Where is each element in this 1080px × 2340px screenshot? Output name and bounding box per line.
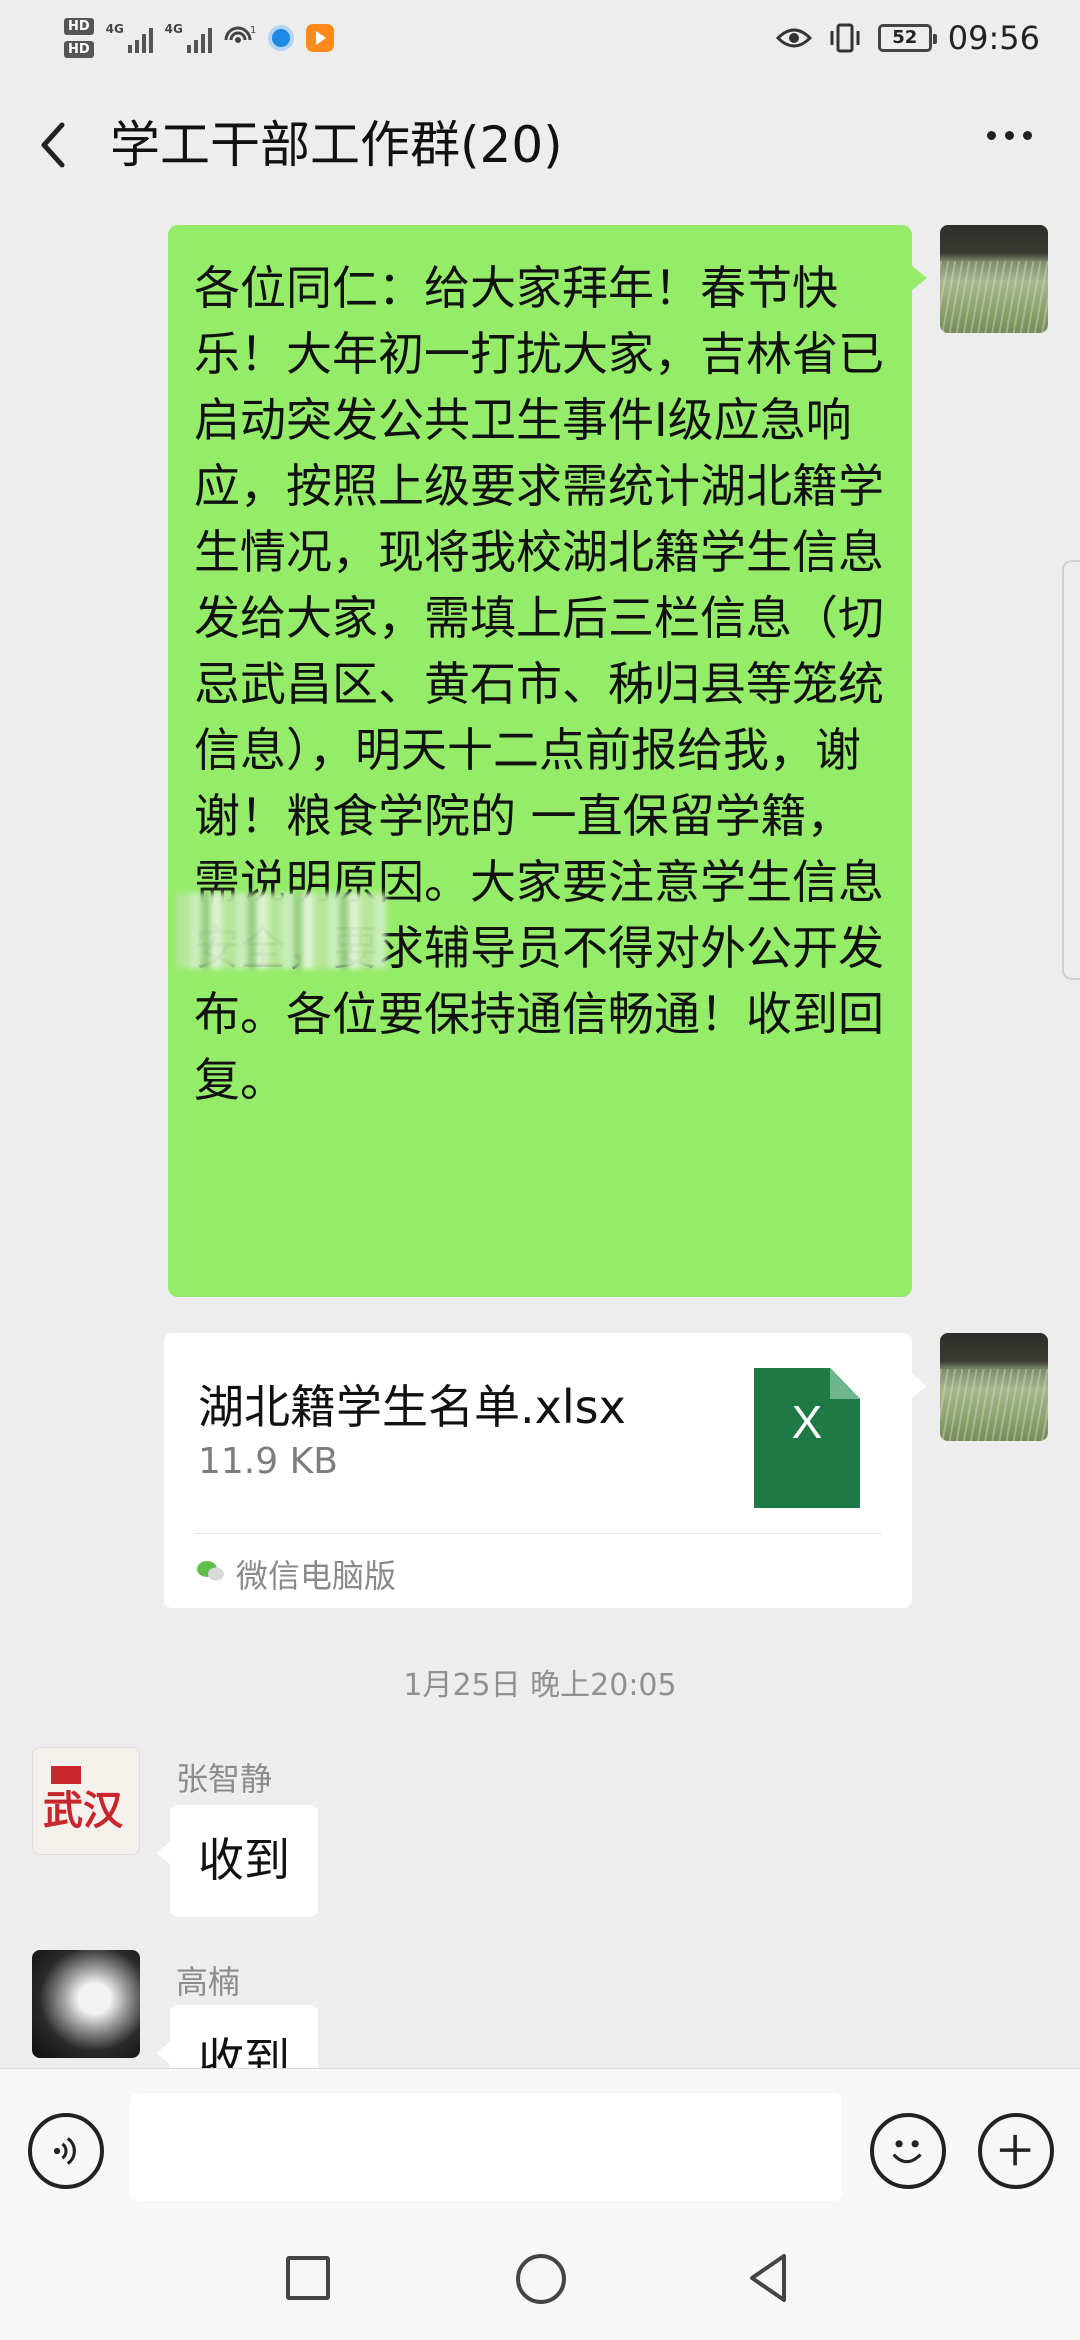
- sender-name: 张智静: [176, 1760, 273, 1798]
- more-options-icon[interactable]: [987, 131, 1032, 140]
- recent-apps-button[interactable]: [286, 2256, 330, 2300]
- hotspot-icon: 1: [224, 25, 256, 43]
- back-arrow-icon[interactable]: [30, 115, 80, 175]
- eye-icon: [775, 28, 812, 47]
- signal-icon: 4G: [106, 23, 153, 53]
- network-type: 4G: [164, 21, 183, 36]
- home-button[interactable]: [516, 2254, 566, 2304]
- contact-avatar[interactable]: [32, 1950, 140, 2058]
- my-avatar[interactable]: [940, 225, 1048, 333]
- status-left: HD HD 4G 4G 1: [64, 17, 334, 58]
- wechat-icon: [197, 1561, 224, 1581]
- file-source-label: 微信电脑版: [236, 1557, 397, 1595]
- chat-title: 学工干部工作群(20): [110, 116, 563, 174]
- divider: [194, 1533, 882, 1534]
- message-text: 各位同仁：给大家拜年！春节快乐！大年初一打扰大家，吉林省已启动突发公共卫生事件Ⅰ…: [194, 261, 884, 1107]
- file-size: 11.9 KB: [198, 1441, 338, 1482]
- video-app-icon: [305, 23, 334, 52]
- svg-text:1: 1: [250, 25, 256, 36]
- plus-icon[interactable]: [978, 2113, 1054, 2189]
- voice-input-icon[interactable]: [28, 2113, 104, 2189]
- file-name: 湖北籍学生名单.xlsx: [198, 1380, 626, 1434]
- redacted-name-blur: [176, 893, 386, 969]
- network-type: 4G: [105, 21, 124, 36]
- received-message-bubble[interactable]: 收到: [156, 1805, 318, 1917]
- contact-avatar[interactable]: 武汉: [32, 1747, 140, 1855]
- app-notification-icon: [267, 24, 294, 51]
- clock: 09:56: [947, 18, 1040, 57]
- signal-icon: 4G: [165, 23, 212, 53]
- excel-letter: X: [791, 1396, 823, 1448]
- status-right: 52 09:56: [775, 18, 1040, 57]
- hd-badge: HD: [64, 17, 94, 35]
- chat-header: 学工干部工作群(20): [0, 75, 1080, 215]
- input-bar: [0, 2068, 1080, 2228]
- my-avatar[interactable]: [940, 1333, 1048, 1441]
- avatar-logo-text: 武汉: [43, 1788, 123, 1834]
- battery-icon: 52: [877, 23, 937, 52]
- scroll-edge-handle[interactable]: [1062, 560, 1080, 980]
- message-input[interactable]: [130, 2093, 842, 2201]
- message-timestamp: 1月25日 晚上20:05: [403, 1668, 677, 1703]
- vibrate-icon: [830, 23, 860, 52]
- sender-name: 高楠: [176, 1963, 241, 2001]
- hd-indicators: HD HD: [64, 17, 94, 58]
- emoji-icon[interactable]: [870, 2113, 946, 2189]
- sent-message-bubble[interactable]: 各位同仁：给大家拜年！春节快乐！大年初一打扰大家，吉林省已启动突发公共卫生事件Ⅰ…: [168, 225, 927, 1297]
- message-text: 收到: [198, 1833, 290, 1887]
- system-nav-bar: [0, 2228, 1080, 2340]
- hd-badge: HD: [64, 40, 94, 58]
- file-message-card[interactable]: 湖北籍学生名单.xlsx 11.9 KB X 微信电脑版: [164, 1333, 927, 1608]
- nav-back-icon[interactable]: [744, 2250, 794, 2306]
- status-bar: HD HD 4G 4G 1 52 09:56: [0, 0, 1080, 75]
